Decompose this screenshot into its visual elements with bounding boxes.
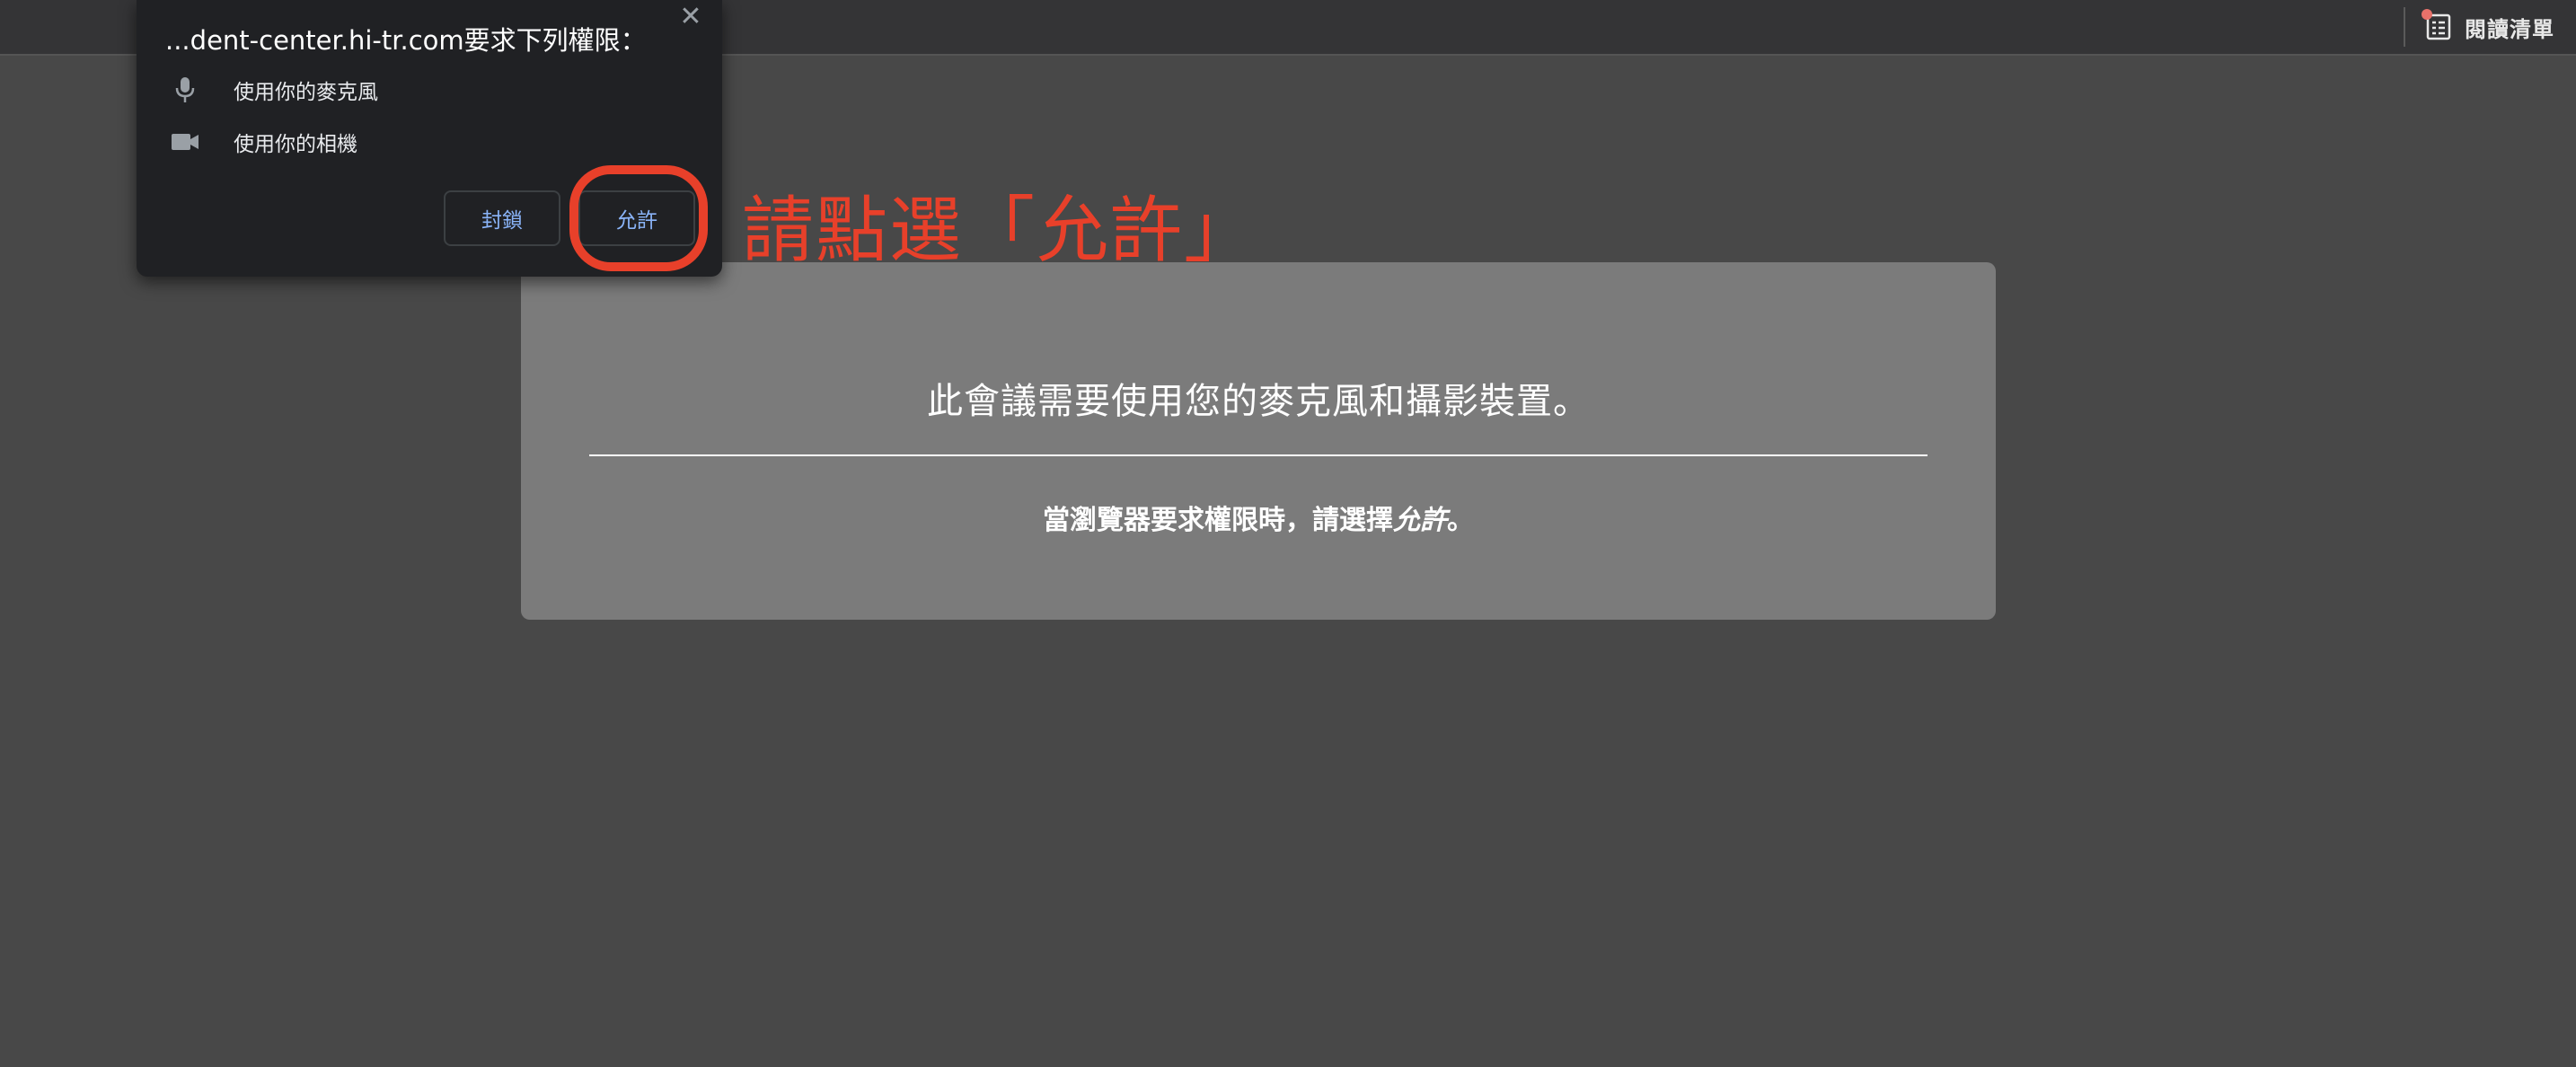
popup-title: ...dent-center.hi-tr.com要求下列權限： (165, 25, 647, 56)
permission-popup: ...dent-center.hi-tr.com要求下列權限： ✕ 使用你的麥克… (137, 0, 722, 277)
notification-dot (2422, 9, 2432, 20)
annotation-text: 請點選「允許」 (742, 189, 1257, 272)
reading-list-icon (2422, 9, 2452, 41)
close-icon[interactable]: ✕ (675, 2, 706, 32)
reading-list-button[interactable]: 閱讀清單 (2404, 7, 2554, 47)
instruction-suffix: 。 (1447, 505, 1474, 536)
card-heading: 此會議需要使用您的麥克風和攝影裝置。 (927, 381, 1590, 422)
permission-camera: 使用你的相機 (169, 124, 357, 160)
microphone-icon (169, 74, 201, 106)
block-button[interactable]: 封鎖 (444, 190, 560, 246)
card-instruction: 當瀏覽器要求權限時，請選擇允許。 (521, 498, 1996, 537)
permission-microphone: 使用你的麥克風 (169, 72, 378, 108)
permission-label: 使用你的麥克風 (234, 81, 378, 104)
allow-button[interactable]: 允許 (578, 190, 695, 246)
permission-info-card: 此會議需要使用您的麥克風和攝影裝置。 當瀏覽器要求權限時，請選擇允許。 (521, 262, 1996, 620)
instruction-emphasis: 允許 (1393, 505, 1447, 536)
camera-icon (169, 126, 201, 158)
permission-label: 使用你的相機 (234, 133, 357, 156)
instruction-prefix: 當瀏覽器要求權限時，請選擇 (1043, 505, 1393, 536)
reading-list-label: 閱讀清單 (2465, 16, 2554, 42)
divider (589, 454, 1928, 456)
page: 閱讀清單 此會議需要使用您的麥克風和攝影裝置。 當瀏覽器要求權限時，請選擇允許。… (0, 0, 2576, 1067)
